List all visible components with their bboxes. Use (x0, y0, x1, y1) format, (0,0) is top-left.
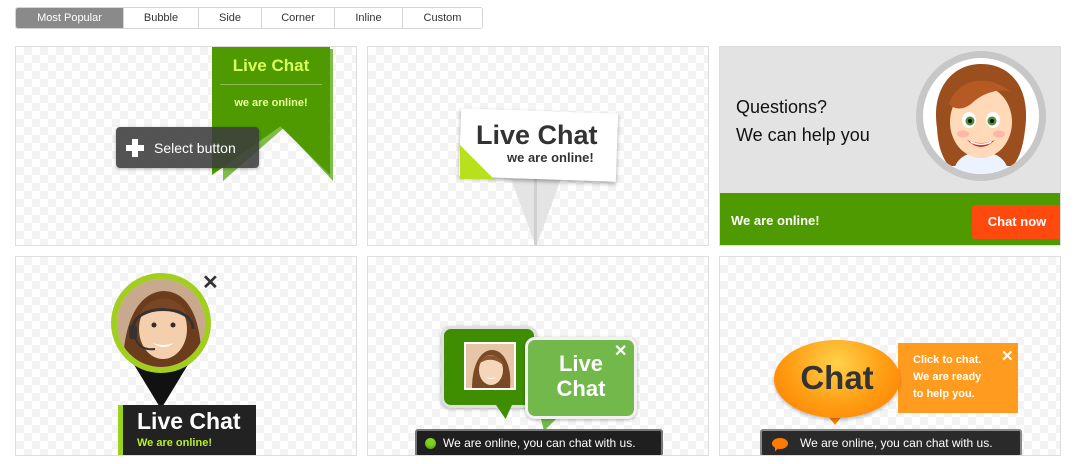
bubble-tail-fold (534, 179, 537, 245)
agent-photo (464, 342, 516, 390)
template-tile-two-bubbles[interactable]: Live Chat ✕ We are online, you can chat … (367, 256, 709, 456)
tab-most-popular[interactable]: Most Popular (16, 8, 124, 28)
pin-title: Live Chat (137, 408, 241, 434)
close-icon[interactable]: ✕ (1001, 347, 1014, 365)
close-icon[interactable]: ✕ (614, 341, 627, 361)
questions-line-2: We can help you (736, 125, 870, 145)
cartoon-agent-icon (936, 64, 1027, 174)
orange-chat-text: Chat (800, 359, 874, 396)
template-tile-ribbon[interactable]: Live Chat we are online! Select button (15, 46, 357, 246)
online-status: We are online! (731, 213, 820, 228)
tab-inline[interactable]: Inline (335, 8, 403, 28)
ribbon-title: Live Chat (232, 56, 310, 75)
online-status-text: We are online, you can chat with us. (443, 436, 636, 450)
template-tile-pin[interactable]: ✕ Live Chat We are online! (15, 256, 357, 456)
select-button[interactable]: Select button (116, 127, 259, 168)
live-chat-line-2: Chat (556, 376, 606, 401)
photo-bubble-tail (496, 405, 512, 419)
button-style-tabs: Most Popular Bubble Side Corner Inline C… (15, 7, 483, 29)
tab-side[interactable]: Side (199, 8, 262, 28)
online-status-text: We are online, you can chat with us. (800, 436, 993, 450)
questions-text: Questions? We can help you (736, 93, 870, 149)
orange-info-text: Click to chat. We are ready to help you. (913, 352, 981, 403)
tab-custom: Custom (403, 8, 482, 28)
pin-accent-stripe (118, 405, 123, 455)
pin-subtitle: We are online! (137, 437, 212, 449)
select-button-label: Select button (154, 139, 236, 156)
orange-line-2: We are ready (913, 371, 982, 383)
bubble-title: Live Chat (476, 120, 598, 150)
agent-avatar (923, 58, 1039, 174)
online-status-bar[interactable]: We are online, you can chat with us. (415, 429, 663, 455)
template-tile-bubble[interactable]: Live Chat we are online! (367, 46, 709, 246)
bubble-subtitle: we are online! (507, 150, 594, 165)
agent-headset-icon (117, 279, 205, 367)
tab-corner[interactable]: Corner (262, 8, 335, 28)
ribbon-divider (220, 84, 322, 85)
close-icon[interactable]: ✕ (202, 270, 219, 295)
orange-line-3: to help you. (913, 388, 975, 400)
orange-line-1: Click to chat. (913, 354, 982, 366)
tab-bubble[interactable]: Bubble (124, 8, 199, 28)
ribbon-subtitle: we are online! (234, 97, 308, 109)
online-status-bar[interactable]: We are online, you can chat with us. (760, 429, 1022, 455)
chat-now-button[interactable]: Chat now (972, 205, 1060, 239)
questions-line-1: Questions? (736, 97, 828, 117)
template-tile-questions[interactable]: Questions? We can help you We are online… (719, 46, 1061, 246)
chat-bubble-icon (772, 437, 788, 449)
agent-face-icon (466, 344, 514, 388)
online-dot-icon (425, 437, 436, 449)
plus-icon (126, 138, 144, 157)
agent-photo (117, 279, 205, 367)
template-tile-orange[interactable]: Click to chat. We are ready to help you.… (719, 256, 1061, 456)
